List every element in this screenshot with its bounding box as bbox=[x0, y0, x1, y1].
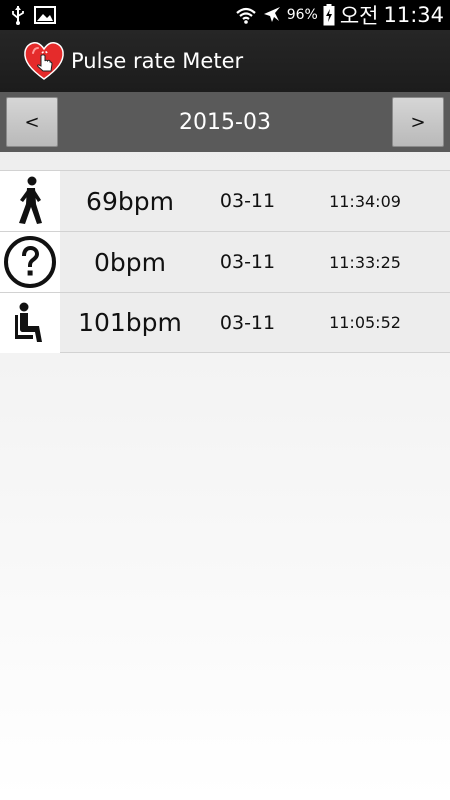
status-ampm: 오전 bbox=[339, 4, 379, 28]
next-month-button[interactable]: > bbox=[391, 97, 444, 147]
airplane-icon bbox=[262, 5, 282, 25]
battery-charging-icon bbox=[323, 4, 335, 26]
activity-cell bbox=[0, 171, 60, 231]
current-month-label: 2015-03 bbox=[179, 109, 271, 135]
record-time: 11:33:25 bbox=[329, 252, 401, 272]
bpm-value: 0bpm bbox=[94, 247, 166, 277]
status-clock: 11:34 bbox=[383, 3, 444, 27]
status-bar: 96% 오전 11:34 bbox=[0, 0, 450, 30]
activity-cell bbox=[0, 292, 60, 353]
pulse-record-list: 69bpm 03-11 11:34:09 0bpm 03-11 11:33:25… bbox=[0, 170, 450, 353]
month-navigation: < 2015-03 > bbox=[0, 92, 450, 152]
record-date: 03-11 bbox=[219, 190, 276, 212]
status-bar-left bbox=[10, 5, 56, 25]
wifi-icon bbox=[235, 6, 257, 24]
record-date: 03-11 bbox=[219, 311, 276, 334]
bpm-value: 69bpm bbox=[86, 186, 174, 216]
activity-cell bbox=[0, 232, 60, 292]
sitting-person-icon bbox=[15, 302, 42, 342]
list-item[interactable]: 0bpm 03-11 11:33:25 bbox=[0, 231, 450, 292]
record-date: 03-11 bbox=[219, 251, 276, 273]
image-icon bbox=[34, 6, 56, 24]
status-bar-right: 96% 오전 11:34 bbox=[235, 0, 444, 30]
action-bar: Pulse rate Meter bbox=[0, 30, 450, 92]
list-item[interactable]: 101bpm 03-11 11:05:52 bbox=[0, 292, 450, 353]
bpm-value: 101bpm bbox=[78, 308, 182, 337]
list-item[interactable]: 69bpm 03-11 11:34:09 bbox=[0, 170, 450, 231]
record-time: 11:34:09 bbox=[329, 191, 401, 211]
battery-percent: 96% bbox=[286, 7, 318, 23]
previous-month-button[interactable]: < bbox=[6, 97, 58, 147]
walking-person-icon bbox=[19, 176, 42, 224]
question-mark-icon bbox=[4, 236, 56, 288]
heart-touch-logo bbox=[22, 39, 66, 83]
usb-icon bbox=[10, 5, 26, 25]
app-title: Pulse rate Meter bbox=[71, 49, 244, 73]
record-time: 11:05:52 bbox=[329, 313, 401, 332]
